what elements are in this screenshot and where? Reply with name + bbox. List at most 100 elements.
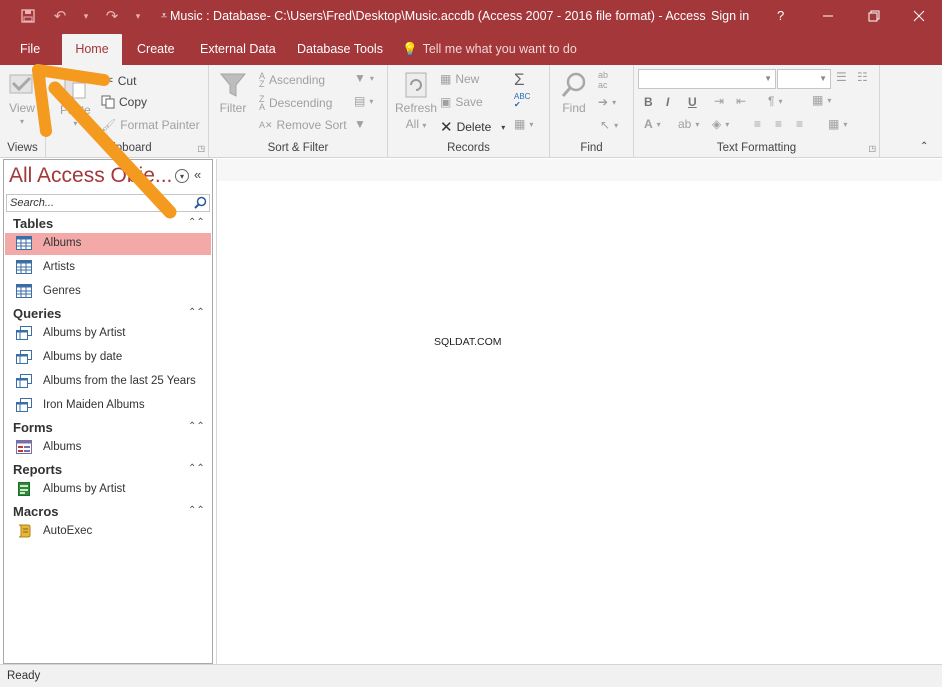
bold-button[interactable]: B — [644, 95, 653, 109]
fill-color-button[interactable]: ◈ ▾ — [712, 117, 729, 131]
redo-dropdown-icon[interactable]: ▾ — [134, 6, 142, 26]
paste-button[interactable]: Paste ▾ — [60, 71, 91, 128]
tell-me-box[interactable]: 💡 Tell me what you want to do — [402, 34, 577, 65]
tab-external-data[interactable]: External Data — [190, 34, 286, 65]
alternate-row-color-button[interactable]: ▦ ▾ — [828, 117, 847, 131]
more-records-button[interactable]: ▦ ▾ — [514, 117, 533, 131]
text-formatting-launcher-icon[interactable]: ◳ — [868, 144, 876, 153]
advanced-filter-button[interactable]: ▤ ▾ — [354, 94, 373, 108]
sort-ascending-icon: AZ — [259, 71, 266, 89]
collapse-ribbon-icon[interactable]: ⌃ — [920, 141, 928, 152]
nav-item-query-iron-maiden-albums[interactable]: Iron Maiden Albums — [5, 395, 211, 417]
spelling-button[interactable]: ABC ✔ — [514, 93, 530, 109]
nav-item-report-albums-by-artist[interactable]: Albums by Artist — [5, 479, 211, 501]
ascending-button[interactable]: AZ Ascending — [259, 71, 325, 89]
nav-section-tables[interactable]: Tables ⌃⌃ — [4, 214, 212, 234]
copy-label: Copy — [119, 95, 148, 109]
restore-icon[interactable] — [851, 0, 897, 32]
sign-in-link[interactable]: Sign in — [711, 9, 749, 23]
nav-item-macro-autoexec[interactable]: AutoExec — [5, 521, 211, 543]
save-label: Save — [455, 95, 483, 109]
search-icon[interactable] — [194, 196, 207, 212]
nav-section-macros[interactable]: Macros ⌃⌃ — [4, 502, 212, 522]
decrease-indent-button[interactable]: ⇤ — [736, 94, 746, 108]
find-label: Find — [562, 101, 586, 115]
tab-home[interactable]: Home — [62, 34, 122, 65]
bullet-list-icon: ☰ — [836, 70, 847, 84]
italic-button[interactable]: I — [666, 95, 669, 109]
nav-search-input[interactable]: Search... — [6, 194, 210, 212]
group-views: View ▾ Views — [0, 65, 46, 157]
watermark-text: SQLDAT.COM — [434, 336, 502, 348]
undo-dropdown-icon[interactable]: ▾ — [82, 6, 90, 26]
help-button[interactable]: ? — [777, 8, 784, 23]
go-to-button[interactable]: ➔ ▾ — [598, 95, 616, 109]
descending-button[interactable]: ZA Descending — [259, 94, 332, 112]
collapse-chevron-icon[interactable]: ⌃⌃ — [188, 463, 205, 474]
delete-record-button[interactable]: ✕ Delete ▾ — [440, 118, 505, 136]
format-painter-button[interactable]: 🖌 Format Painter — [101, 118, 200, 132]
collapse-chevron-icon[interactable]: ⌃⌃ — [188, 421, 205, 432]
underline-button[interactable]: U — [688, 95, 697, 109]
find-button[interactable]: Find — [560, 71, 588, 115]
nav-section-queries[interactable]: Queries ⌃⌃ — [4, 304, 212, 324]
align-left-button[interactable]: ≡ — [754, 117, 761, 131]
redo-icon[interactable]: ↷ — [102, 6, 122, 26]
font-size-select[interactable]: ▼ — [777, 69, 831, 89]
align-right-button[interactable]: ≡ — [796, 117, 803, 131]
save-icon[interactable] — [18, 6, 38, 26]
tab-database-tools[interactable]: Database Tools — [287, 34, 393, 65]
toggle-filter-button[interactable]: ▼ — [354, 117, 366, 131]
filter-label: Filter — [219, 101, 247, 115]
highlight-button[interactable]: ab ▾ — [678, 117, 699, 131]
save-record-button[interactable]: ▣ Save — [440, 95, 483, 109]
nav-pane-title[interactable]: All Access Obje... — [9, 164, 172, 188]
totals-button[interactable]: Σ — [514, 70, 525, 90]
search-placeholder: Search... — [10, 197, 55, 209]
refresh-all-button[interactable]: Refresh All ▾ — [395, 71, 437, 131]
nav-item-table-albums[interactable]: Albums — [5, 233, 211, 255]
nav-item-table-artists[interactable]: Artists — [5, 257, 211, 279]
nav-item-query-albums-last-25-years[interactable]: Albums from the last 25 Years — [5, 371, 211, 393]
collapse-chevron-icon[interactable]: ⌃⌃ — [188, 217, 205, 228]
undo-icon[interactable]: ↶ — [50, 6, 70, 26]
sort-descending-icon: ZA — [259, 94, 266, 112]
font-color-button[interactable]: A ▾ — [644, 117, 661, 131]
remove-sort-button[interactable]: A✕ Remove Sort — [259, 118, 347, 132]
close-icon[interactable] — [896, 0, 942, 32]
tab-create[interactable]: Create — [127, 34, 185, 65]
format-painter-label: Format Painter — [120, 118, 200, 132]
clipboard-launcher-icon[interactable]: ◳ — [197, 144, 205, 153]
font-name-select[interactable]: ▼ — [638, 69, 776, 89]
selection-filter-button[interactable]: ▼ ▾ — [354, 71, 374, 85]
paragraph-direction-icon: ¶ — [768, 94, 775, 108]
replace-button[interactable]: ab ac — [598, 70, 608, 90]
nav-section-forms[interactable]: Forms ⌃⌃ — [4, 418, 212, 438]
increase-indent-button[interactable]: ⇥ — [714, 94, 724, 108]
chevron-down-icon: ▼ — [764, 74, 772, 83]
gridlines-button[interactable]: ▦ ▾ — [812, 93, 831, 107]
nav-section-reports[interactable]: Reports ⌃⌃ — [4, 460, 212, 480]
nav-menu-chevron-icon[interactable]: ▾ — [175, 169, 189, 183]
text-direction-button[interactable]: ¶ ▾ — [768, 94, 782, 108]
collapse-chevron-icon[interactable]: ⌃⌃ — [188, 307, 205, 318]
copy-button[interactable]: Copy — [101, 95, 147, 109]
item-label: Albums from the last 25 Years — [43, 375, 196, 387]
cut-button[interactable]: ✂ Cut — [102, 72, 136, 89]
nav-item-query-albums-by-date[interactable]: Albums by date — [5, 347, 211, 369]
new-record-button[interactable]: ▦ New — [440, 72, 479, 86]
nav-item-query-albums-by-artist[interactable]: Albums by Artist — [5, 323, 211, 345]
shutter-bar-collapse-icon[interactable]: « — [194, 167, 201, 182]
align-center-button[interactable]: ≡ — [775, 117, 782, 131]
numbering-button[interactable]: ☷ — [857, 70, 868, 84]
collapse-chevron-icon[interactable]: ⌃⌃ — [188, 505, 205, 516]
nav-item-form-albums[interactable]: Albums — [5, 437, 211, 459]
minimize-icon[interactable] — [805, 0, 851, 32]
bullets-button[interactable]: ☰ — [836, 70, 847, 84]
filter-button[interactable]: Filter — [219, 71, 247, 115]
nav-item-table-genres[interactable]: Genres — [5, 281, 211, 303]
select-button[interactable]: ↖ ▾ — [600, 118, 618, 132]
indent-increase-icon: ⇥ — [714, 94, 725, 108]
tab-file[interactable]: File — [10, 34, 50, 65]
view-button[interactable]: View ▾ — [8, 71, 36, 126]
